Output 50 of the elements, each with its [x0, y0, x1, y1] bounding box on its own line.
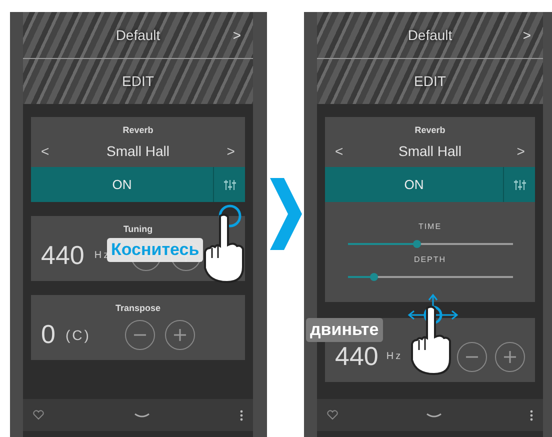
- edit-link[interactable]: EDIT: [122, 73, 154, 90]
- reverb-type: Small Hall: [398, 143, 462, 159]
- heart-icon: [327, 410, 338, 420]
- minus-icon: [466, 356, 478, 358]
- drag-hint-tooltip: двиньте: [306, 318, 383, 342]
- heart-button[interactable]: [33, 410, 44, 420]
- slider-thumb[interactable]: [370, 273, 378, 281]
- prev-arrow[interactable]: <: [335, 143, 344, 159]
- plus-icon: [504, 350, 516, 362]
- chevron-down-icon: [134, 412, 150, 418]
- slider-label: DEPTH: [414, 255, 446, 264]
- sliders-icon: [514, 178, 526, 190]
- heart-icon: [33, 410, 44, 420]
- heart-button[interactable]: [327, 410, 338, 420]
- plus-button[interactable]: [164, 320, 195, 350]
- minus-icon: [134, 334, 146, 336]
- next-arrow[interactable]: >: [516, 143, 525, 159]
- card-title: Reverb: [414, 125, 446, 135]
- value-text: 440: [41, 240, 84, 271]
- plus-icon: [174, 328, 186, 340]
- prev-arrow[interactable]: <: [41, 143, 50, 159]
- sliders-icon: [224, 178, 236, 190]
- card-title: Reverb: [122, 125, 154, 135]
- edit-link[interactable]: EDIT: [414, 73, 446, 90]
- tap-hint-tooltip: Коснитесь: [107, 238, 204, 262]
- value-text: 0: [41, 319, 56, 350]
- slider-label: TIME: [418, 222, 442, 231]
- card-title: Transpose: [115, 303, 161, 313]
- more-icon: [240, 410, 243, 420]
- next-arrow[interactable]: >: [522, 26, 531, 43]
- collapse-button[interactable]: [134, 412, 150, 418]
- minus-button[interactable]: [124, 320, 155, 350]
- preset-name[interactable]: Default: [116, 26, 160, 43]
- more-button[interactable]: [240, 410, 243, 420]
- next-arrow[interactable]: >: [226, 143, 235, 159]
- right-arrow-icon: [270, 178, 304, 250]
- slider-thumb[interactable]: [412, 240, 421, 248]
- preset-name[interactable]: Default: [408, 26, 452, 43]
- more-button[interactable]: [530, 410, 533, 420]
- unit-text: Hz: [386, 351, 403, 362]
- reverb-type: Small Hall: [106, 143, 170, 159]
- more-icon: [530, 410, 533, 420]
- card-title: Tuning: [123, 224, 153, 234]
- collapse-button[interactable]: [426, 412, 442, 418]
- value-text: 440: [335, 341, 378, 372]
- plus-button[interactable]: [495, 342, 525, 372]
- chevron-down-icon: [426, 412, 442, 418]
- unit-text: (C): [65, 326, 91, 342]
- minus-button[interactable]: [457, 342, 487, 372]
- next-arrow[interactable]: >: [232, 26, 241, 43]
